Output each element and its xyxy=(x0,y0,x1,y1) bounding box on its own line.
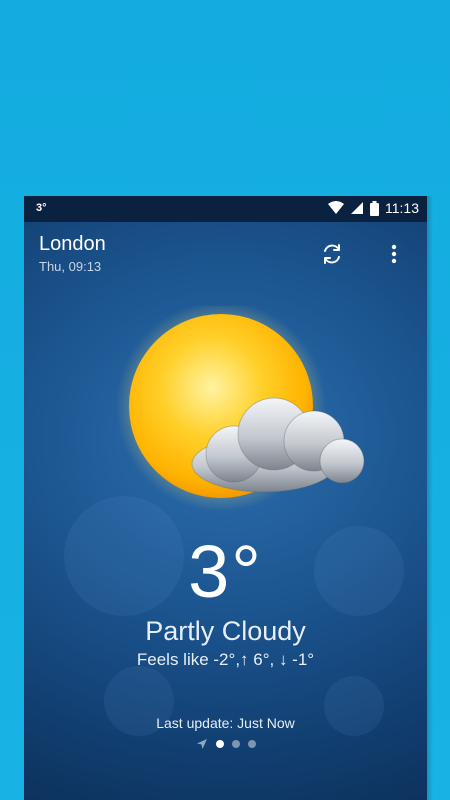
screen-edge-shadow xyxy=(427,196,433,800)
current-temperature: 3° xyxy=(188,530,263,613)
page-dot[interactable] xyxy=(247,740,256,748)
status-bar: 3° 11:13 xyxy=(24,196,427,222)
more-vert-icon xyxy=(391,244,397,264)
weather-screen: 3° 11:13 London Thu, 09:13 3° Partly Clo… xyxy=(24,196,427,800)
feels-like-summary: Feels like -2°,↑ 6°, ↓ -1° xyxy=(136,650,315,669)
battery-icon xyxy=(370,200,379,216)
last-update-text: Last update: Just Now xyxy=(156,715,295,731)
page-dot-active[interactable] xyxy=(215,740,224,748)
status-icons: 11:13 xyxy=(328,200,419,216)
weather-condition: Partly Cloudy xyxy=(145,616,306,646)
partly-cloudy-icon xyxy=(114,301,394,526)
local-datetime: Thu, 09:13 xyxy=(39,259,102,274)
refresh-button[interactable] xyxy=(320,242,344,266)
page-dot[interactable] xyxy=(231,740,240,748)
status-time: 11:13 xyxy=(385,200,419,216)
signal-icon xyxy=(351,202,363,214)
status-temperature: 3° xyxy=(36,202,47,214)
overflow-menu-button[interactable] xyxy=(384,242,404,266)
city-name: London xyxy=(39,233,106,255)
refresh-icon xyxy=(324,244,340,264)
wifi-icon xyxy=(328,201,344,214)
location-arrow-icon[interactable] xyxy=(196,738,208,750)
page-indicator[interactable] xyxy=(24,736,427,752)
